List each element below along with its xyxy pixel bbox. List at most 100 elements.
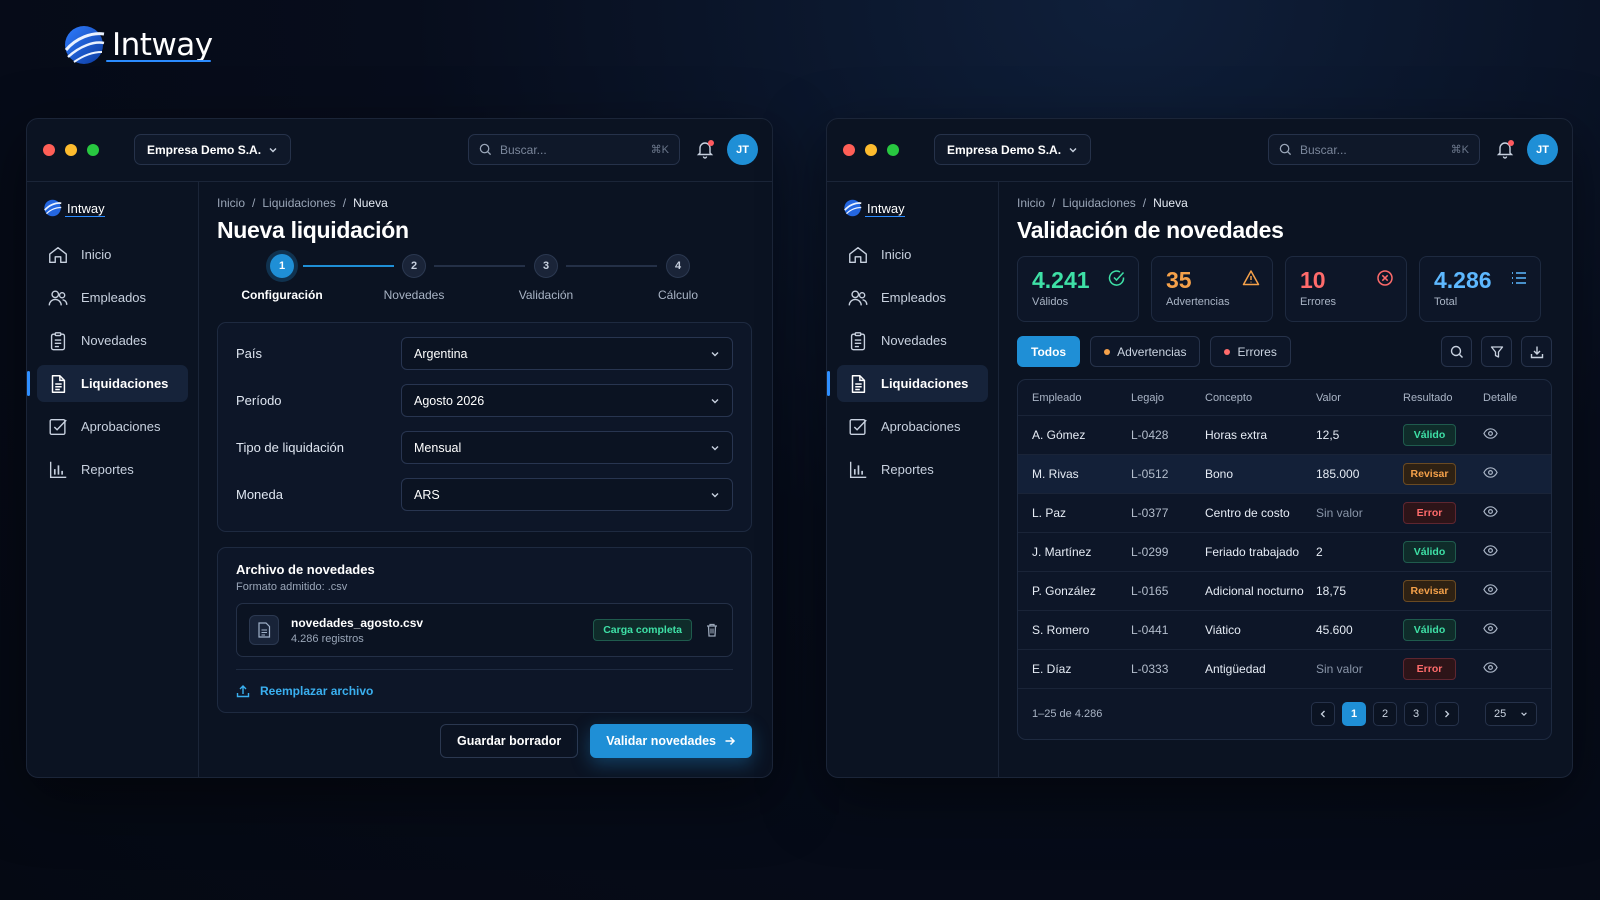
filter-advertencias[interactable]: Advertencias	[1090, 336, 1201, 367]
minimize-window-button[interactable]	[865, 144, 877, 156]
step-configuracion[interactable]: 1 Configuración	[222, 254, 342, 302]
validate-button[interactable]: Validar novedades	[590, 724, 752, 758]
status-dot	[1224, 348, 1231, 355]
cell-empleado: L. Paz	[1032, 506, 1067, 520]
sidebar-item-empleados[interactable]: Empleados	[837, 279, 988, 316]
page-size-select[interactable]: 25	[1485, 702, 1537, 726]
cell-concepto: Centro de costo	[1205, 506, 1290, 520]
country-select[interactable]: Argentina	[401, 337, 733, 370]
view-detail-button[interactable]	[1483, 504, 1523, 522]
company-selector[interactable]: Empresa Demo S.A.	[934, 134, 1091, 165]
page-button-3[interactable]: 3	[1404, 702, 1428, 726]
document-icon	[51, 374, 66, 393]
table-row[interactable]: J. Martínez L-0299 Feriado trabajado 2 Válid…	[1018, 533, 1551, 572]
page-button-1[interactable]: 1	[1342, 702, 1366, 726]
user-avatar[interactable]: JT	[1527, 134, 1558, 165]
save-draft-button[interactable]: Guardar borrador	[440, 724, 579, 758]
sidebar-item-liquidaciones[interactable]: Liquidaciones	[827, 365, 988, 402]
prev-page-button[interactable]	[1311, 702, 1335, 726]
breadcrumb-link[interactable]: Liquidaciones	[1062, 196, 1135, 210]
step-label: Novedades	[383, 288, 445, 302]
step-calculo[interactable]: 4 Cálculo	[618, 254, 738, 302]
filter-errores[interactable]: Errores	[1210, 336, 1291, 367]
table-row[interactable]: P. González L-0165 Adicional nocturno 18,75…	[1018, 572, 1551, 611]
view-detail-button[interactable]	[1483, 582, 1523, 600]
cell-valor: 45.600	[1316, 623, 1353, 637]
bar-chart-icon	[49, 461, 67, 478]
notifications-button[interactable]	[1495, 139, 1515, 159]
breadcrumb-link[interactable]: Inicio	[217, 196, 245, 210]
cell-valor: Sin valor	[1316, 506, 1363, 520]
step-novedades[interactable]: 2 Novedades	[354, 254, 474, 302]
sidebar-item-aprobaciones[interactable]: Aprobaciones	[837, 408, 988, 445]
sidebar-item-novedades[interactable]: Novedades	[37, 322, 188, 359]
notifications-button[interactable]	[695, 139, 715, 159]
view-detail-button[interactable]	[1483, 426, 1523, 444]
company-selector[interactable]: Empresa Demo S.A.	[134, 134, 291, 165]
close-window-button[interactable]	[843, 144, 855, 156]
view-detail-button[interactable]	[1483, 543, 1523, 561]
chevron-down-icon	[711, 492, 719, 497]
sidebar-item-aprobaciones[interactable]: Aprobaciones	[37, 408, 188, 445]
sidebar-item-inicio[interactable]: Inicio	[837, 236, 988, 273]
page-title: Validación de novedades	[1017, 217, 1284, 243]
breadcrumb-link[interactable]: Inicio	[1017, 196, 1045, 210]
page-button-2[interactable]: 2	[1373, 702, 1397, 726]
validation-table: Empleado Legajo Concepto Valor Resultado…	[1017, 379, 1552, 740]
step-validacion[interactable]: 3 Validación	[486, 254, 606, 302]
payroll-type-select[interactable]: Mensual	[401, 431, 733, 464]
sidebar-item-inicio[interactable]: Inicio	[37, 236, 188, 273]
close-window-button[interactable]	[43, 144, 55, 156]
sidebar-item-label: Inicio	[881, 247, 912, 262]
sidebar-item-liquidaciones[interactable]: Liquidaciones	[27, 365, 188, 402]
result-badge: Error	[1403, 502, 1456, 524]
result-badge: Válido	[1403, 424, 1456, 446]
column-header: Legajo	[1131, 391, 1165, 404]
search-input[interactable]: Buscar... ⌘K	[468, 134, 680, 165]
column-header: Valor	[1316, 391, 1341, 404]
period-select[interactable]: Agosto 2026	[401, 384, 733, 417]
stat-card-advertencias: 35 Advertencias	[1151, 256, 1273, 322]
table-row[interactable]: S. Romero L-0441 Viático 45.600 Válido	[1018, 611, 1551, 650]
filter-todos[interactable]: Todos	[1017, 336, 1081, 367]
title-bar: Empresa Demo S.A. Buscar... ⌘K JT	[827, 119, 1572, 182]
replace-file-button[interactable]: Reemplazar archivo	[236, 684, 733, 698]
user-avatar[interactable]: JT	[727, 134, 758, 165]
cell-empleado: A. Gómez	[1032, 428, 1086, 442]
sidebar-item-empleados[interactable]: Empleados	[37, 279, 188, 316]
trash-icon[interactable]	[704, 622, 720, 638]
search-input[interactable]: Buscar... ⌘K	[1268, 134, 1480, 165]
sidebar-item-label: Liquidaciones	[81, 376, 169, 391]
breadcrumb-link[interactable]: Liquidaciones	[262, 196, 335, 210]
cell-valor: 2	[1316, 545, 1323, 559]
cell-concepto: Horas extra	[1205, 428, 1268, 442]
sidebar-item-label: Novedades	[81, 333, 147, 348]
table-row[interactable]: M. Rivas L-0512 Bono 185.000 Revisar	[1018, 455, 1551, 494]
search-placeholder: Buscar...	[500, 142, 547, 157]
view-detail-button[interactable]	[1483, 660, 1523, 678]
maximize-window-button[interactable]	[887, 144, 899, 156]
cell-concepto: Adicional nocturno	[1205, 584, 1304, 598]
chevron-down-icon	[711, 351, 719, 356]
brand-logo: Intway	[62, 24, 213, 66]
view-detail-button[interactable]	[1483, 621, 1523, 639]
sidebar-item-novedades[interactable]: Novedades	[837, 322, 988, 359]
table-row[interactable]: A. Gómez L-0428 Horas extra 12,5 Válido	[1018, 416, 1551, 455]
currency-select[interactable]: ARS	[401, 478, 733, 511]
table-row[interactable]: L. Paz L-0377 Centro de costo Sin valor Erro…	[1018, 494, 1551, 533]
sidebar-item-reportes[interactable]: Reportes	[837, 451, 988, 488]
cell-valor: 185.000	[1316, 467, 1360, 481]
filter-button[interactable]	[1481, 336, 1512, 367]
search-table-button[interactable]	[1441, 336, 1472, 367]
table-row[interactable]: E. Díaz L-0333 Antigüedad Sin valor Error	[1018, 650, 1551, 689]
minimize-window-button[interactable]	[65, 144, 77, 156]
download-button[interactable]	[1521, 336, 1552, 367]
filter-icon	[1490, 345, 1503, 358]
view-detail-button[interactable]	[1483, 465, 1523, 483]
maximize-window-button[interactable]	[87, 144, 99, 156]
cell-legajo: L-0428	[1131, 428, 1169, 442]
sidebar-item-reportes[interactable]: Reportes	[37, 451, 188, 488]
arrow-right-icon	[725, 736, 736, 746]
search-shortcut: ⌘K	[650, 144, 669, 156]
next-page-button[interactable]	[1435, 702, 1459, 726]
